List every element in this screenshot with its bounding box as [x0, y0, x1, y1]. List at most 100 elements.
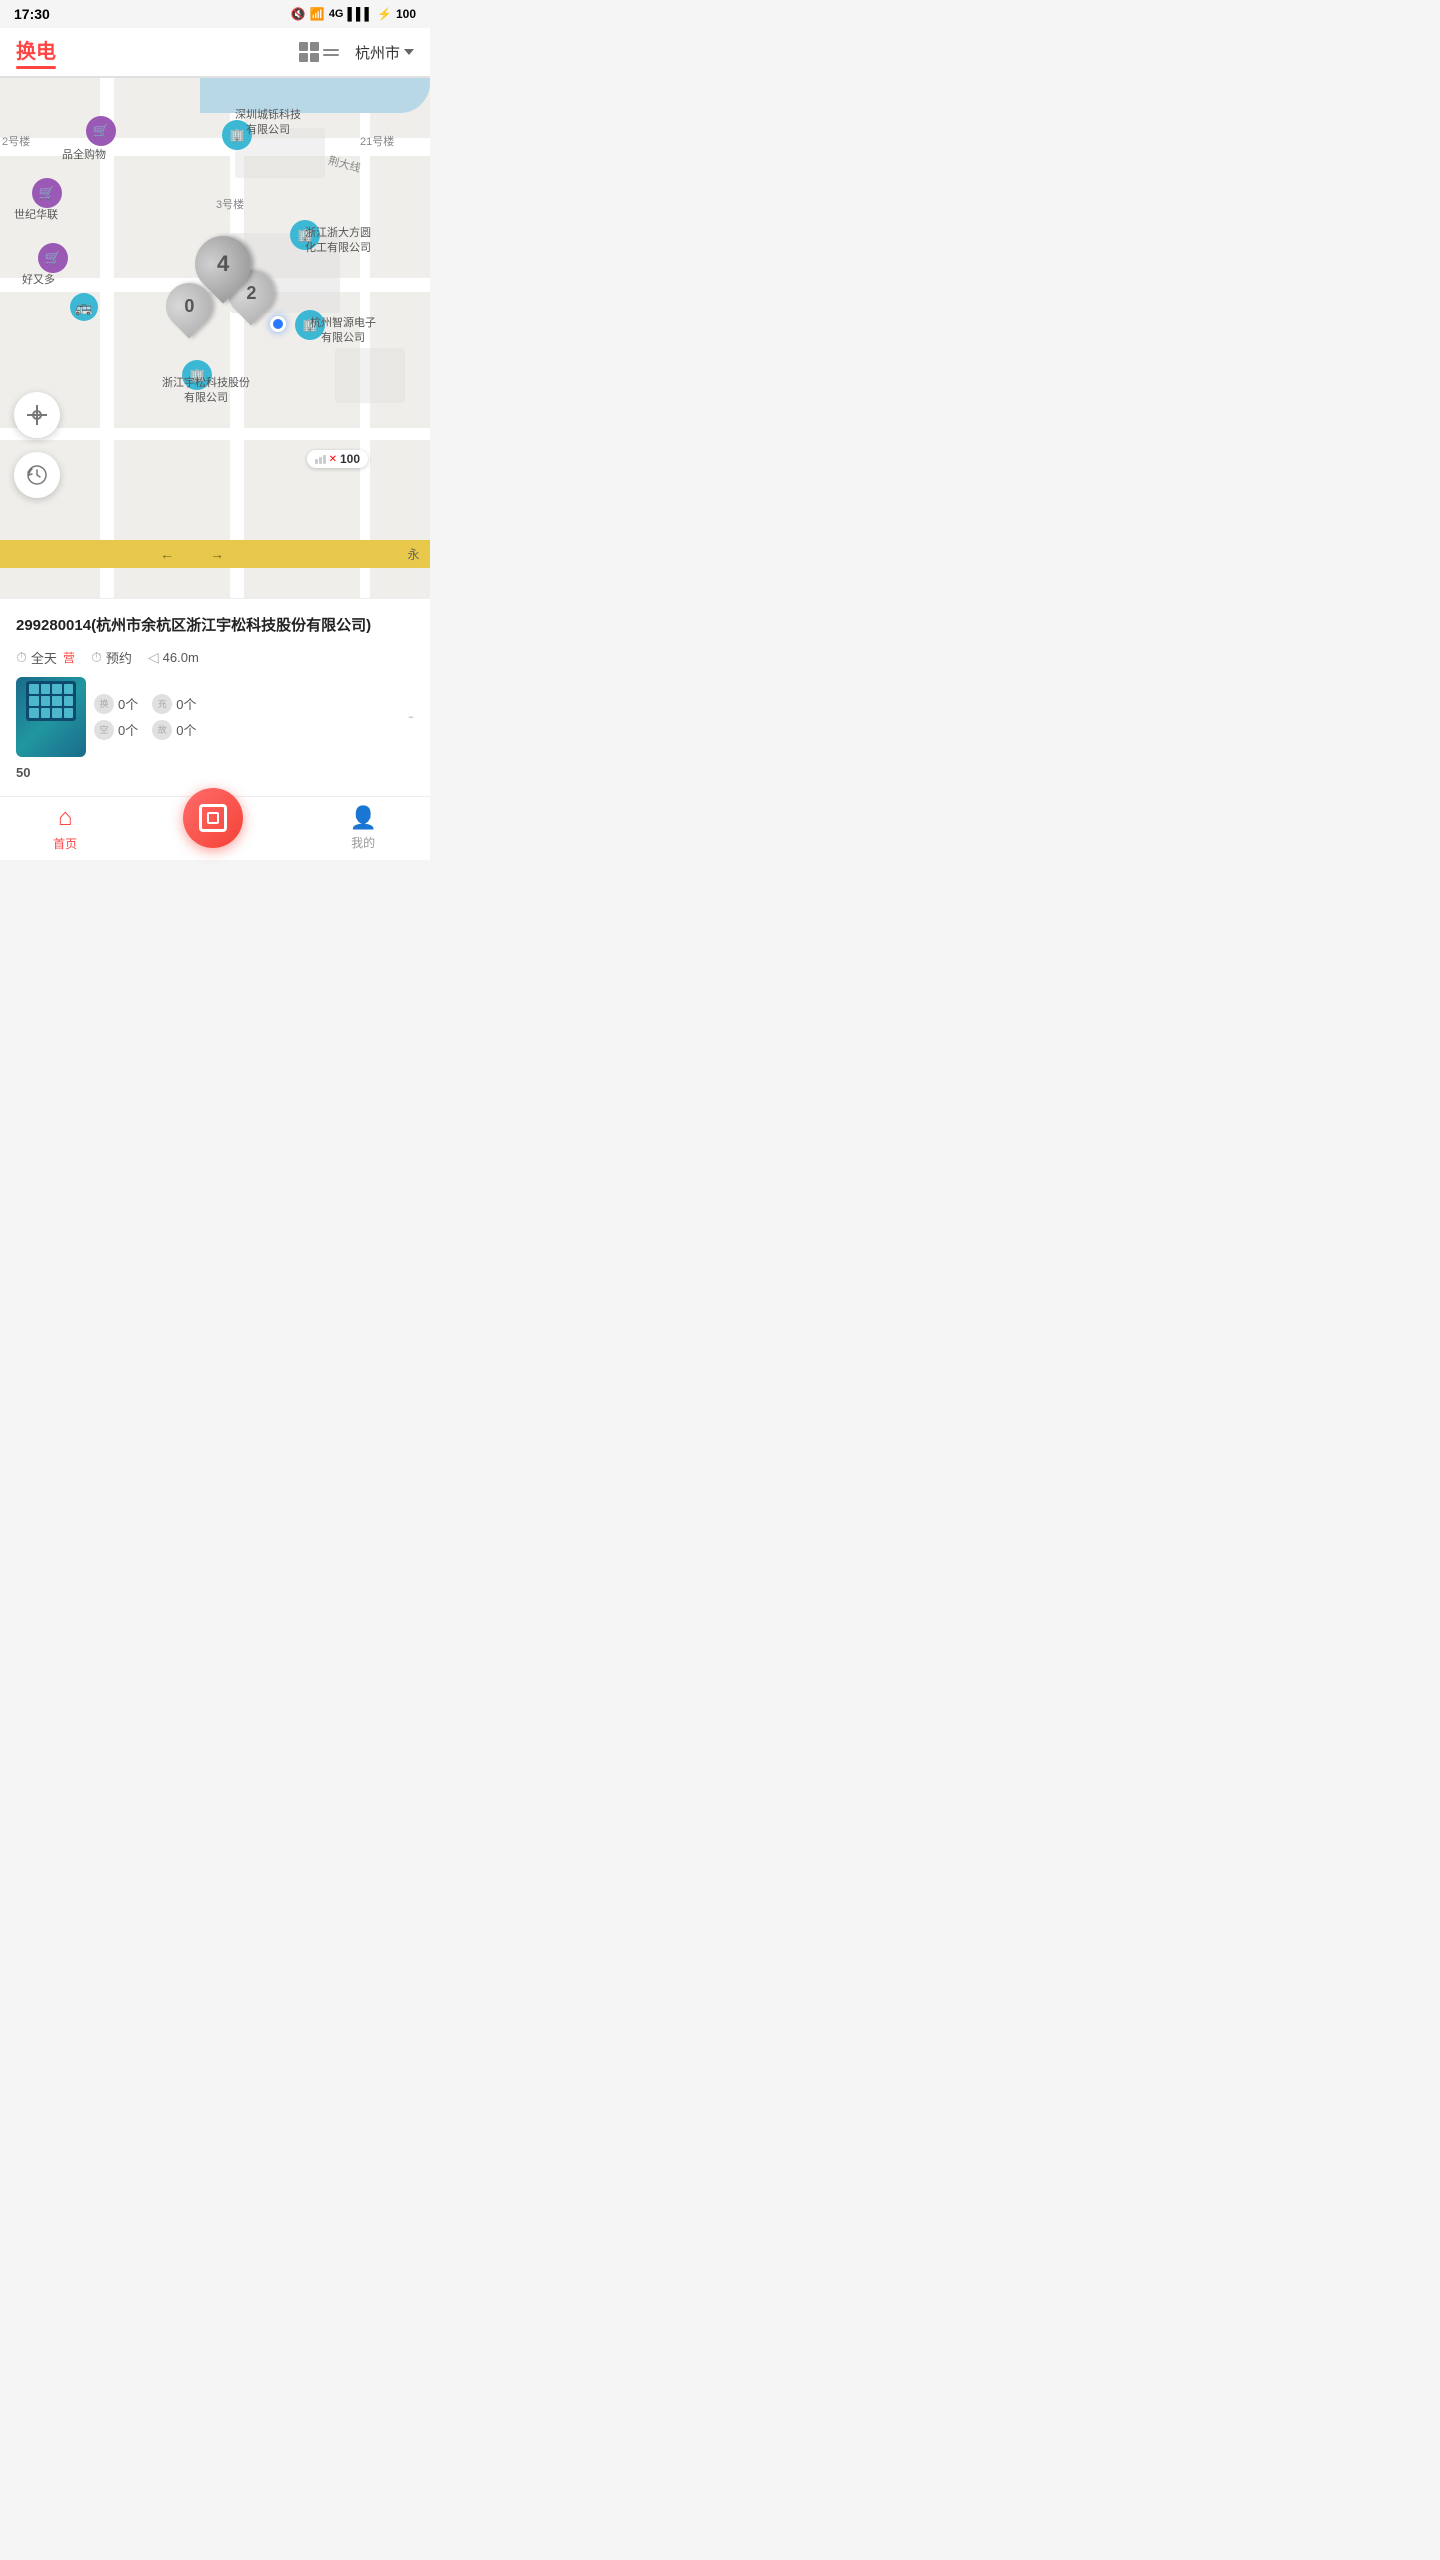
- top-nav: 换电 杭州市: [0, 28, 430, 78]
- cabinet-cell: [64, 684, 74, 694]
- 营-badge: 营: [63, 649, 75, 666]
- appointment-label: 预约: [106, 648, 132, 667]
- slot-icon-gu: 故: [152, 720, 172, 740]
- pin-circle-large: 4: [183, 224, 262, 303]
- cabinet-cell: [29, 684, 39, 694]
- nav-home[interactable]: ⌂ 首页: [53, 804, 77, 852]
- grid-list-button[interactable]: [299, 42, 339, 62]
- signal-bars: ▌▌▌: [348, 7, 374, 21]
- slot-item-1: 充 0个: [152, 694, 196, 714]
- crosshair-circle: [32, 410, 42, 420]
- city-name: 杭州市: [355, 42, 400, 63]
- nav-mine[interactable]: 👤 我的: [349, 805, 376, 851]
- signal-icon: 4G: [329, 8, 344, 20]
- signal-number: 100: [340, 452, 360, 466]
- scan-button[interactable]: [183, 788, 243, 848]
- history-button[interactable]: [14, 452, 60, 498]
- clock-icon-2: ⏱: [91, 649, 102, 666]
- slot-section: 换 0个 充 0个 空 0个 故 0个: [94, 694, 400, 740]
- poi-shijihualian-label: 世纪华联: [14, 208, 58, 223]
- cabinet-cell: [29, 708, 39, 718]
- charging-icon: ⚡: [377, 7, 392, 21]
- bottom-nav: ⌂ 首页 👤 我的: [0, 796, 430, 860]
- status-icons: 🔇 📶 4G ▌▌▌ ⚡ 100: [291, 7, 416, 21]
- cluster-number-0: 0: [184, 296, 194, 317]
- slot-icon-chong: 充: [152, 694, 172, 714]
- clock-icon: ⏱: [16, 649, 27, 666]
- slot-icon-kong: 空: [94, 720, 114, 740]
- cabinet-cell: [41, 684, 51, 694]
- poi-shenzhen-label: 深圳城铄科技有限公司: [235, 108, 301, 139]
- nav-right: 杭州市: [299, 42, 414, 63]
- distance-label: 46.0m: [163, 650, 199, 665]
- hours-label: 全天: [31, 648, 57, 667]
- slot-item-2: 空 0个: [94, 720, 138, 740]
- cabinet-cell: [41, 708, 51, 718]
- nav-title: 换电: [16, 35, 56, 64]
- status-time: 17:30: [14, 6, 50, 22]
- scan-inner: [207, 812, 219, 824]
- main-road-yellow: ← → 永: [0, 540, 430, 568]
- grid-line: [323, 49, 339, 51]
- signal-badge: ✕ 100: [307, 450, 368, 468]
- map-container[interactable]: 🛒 品全购物 🛒 世纪华联 🛒 好又多 🏢 深圳城铄科技有限公司 🏢 浙江浙大方…: [0, 78, 430, 598]
- nav-title-underline: [16, 66, 56, 69]
- poi-pinquan-icon[interactable]: 🛒: [86, 116, 116, 146]
- scan-icon: [199, 804, 227, 832]
- slot-count-2: 0个: [118, 720, 138, 739]
- bottom-number: 50: [16, 765, 30, 780]
- basket-icon-3: 🛒: [45, 250, 61, 266]
- poi-shijihualian-icon[interactable]: 🛒: [32, 178, 62, 208]
- bottom-strip: 50: [16, 765, 414, 780]
- cabinet-cell: [64, 708, 74, 718]
- x-mark: ✕: [329, 454, 337, 465]
- crosshair-icon: [27, 405, 47, 425]
- appointment-info: ⏱ 预约: [91, 648, 132, 667]
- road-arrow-left: ←: [160, 546, 174, 562]
- silent-icon: 🔇: [291, 7, 306, 21]
- cabinet-row: [29, 708, 73, 718]
- signal-bars: [315, 455, 326, 464]
- station-info-row: ⏱ 全天 营 ⏱ 预约 ◁ 46.0m: [16, 648, 414, 667]
- home-label: 首页: [53, 835, 77, 852]
- cluster-pin-4[interactable]: 4: [195, 236, 251, 292]
- cabinet-cell: [29, 696, 39, 706]
- cabinet-strip: [26, 681, 76, 721]
- slot-item-0: 换 0个: [94, 694, 138, 714]
- city-selector[interactable]: 杭州市: [355, 42, 414, 63]
- distance-info: ◁ 46.0m: [148, 649, 199, 666]
- bus-icon: 🚌: [75, 299, 92, 316]
- slot-count-0: 0个: [118, 694, 138, 713]
- cabinet-cell: [52, 684, 62, 694]
- poi-zhejiangyusong-label: 浙江宇松科技股份有限公司: [162, 376, 250, 407]
- grid-line: [323, 54, 339, 56]
- station-image: [16, 677, 86, 757]
- poi-pinquan-label: 品全购物: [62, 148, 106, 163]
- basket-icon: 🛒: [93, 123, 109, 139]
- grid-sq: [299, 42, 308, 51]
- slot-icon-huan: 换: [94, 694, 114, 714]
- poi-zhejiangyuda-label: 浙江浙大方圆化工有限公司: [305, 226, 371, 257]
- cluster-number-4: 4: [217, 251, 229, 277]
- station-title: 299280014(杭州市余杭区浙江宇松科技股份有限公司): [16, 615, 414, 638]
- user-icon: 👤: [349, 805, 376, 831]
- grid-sq: [310, 53, 319, 62]
- hours-info: ⏱ 全天 营: [16, 648, 75, 667]
- grid-sq: [299, 53, 308, 62]
- poi-hangzhouzhiyuan-label: 杭州智源电子有限公司: [310, 316, 376, 347]
- road-arrow-right: →: [210, 546, 224, 562]
- cabinet-cell: [52, 708, 62, 718]
- bus-stop-icon[interactable]: 🚌: [70, 293, 98, 321]
- grid-sq: [310, 42, 319, 51]
- slot-row-2: 空 0个 故 0个: [94, 720, 400, 740]
- cabinet-row: [29, 696, 73, 706]
- poi-haoyouduo-icon[interactable]: 🛒: [38, 243, 68, 273]
- slot-item-3: 故 0个: [152, 720, 196, 740]
- history-icon: [26, 464, 48, 486]
- user-location-dot: [270, 316, 286, 332]
- basket-icon-2: 🛒: [39, 185, 55, 201]
- battery-level: 100: [396, 7, 416, 21]
- crosshair-button[interactable]: [14, 392, 60, 438]
- station-card: 299280014(杭州市余杭区浙江宇松科技股份有限公司) ⏱ 全天 营 ⏱ 预…: [0, 598, 430, 796]
- cabinet-cell: [64, 696, 74, 706]
